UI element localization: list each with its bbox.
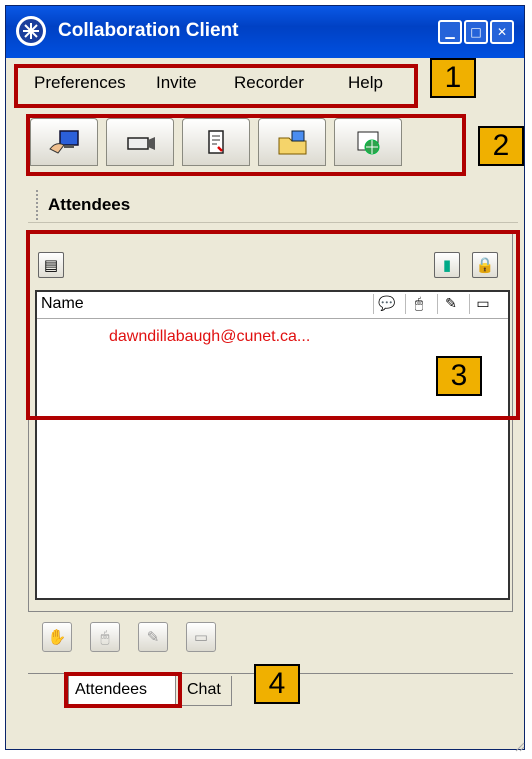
video-button[interactable]: ▭: [186, 622, 216, 652]
callout-highlight-tab: [64, 672, 182, 708]
maximize-button[interactable]: □: [464, 20, 488, 44]
tab-chat[interactable]: Chat: [180, 676, 232, 706]
title-bar[interactable]: Collaboration Client ▁ □ ✕: [6, 6, 524, 58]
window-title: Collaboration Client: [58, 20, 239, 41]
minimize-button[interactable]: ▁: [438, 20, 462, 44]
app-logo-icon: [16, 16, 46, 46]
video-icon: ▭: [193, 628, 209, 646]
callout-highlight-menu: [14, 64, 418, 108]
callout-badge-2: 2: [478, 126, 524, 166]
callout-badge-1: 1: [430, 58, 476, 98]
pencil-icon: ✎: [146, 628, 160, 646]
section-grip[interactable]: [36, 190, 41, 220]
close-button[interactable]: ✕: [490, 20, 514, 44]
hand-icon: ✋: [47, 628, 67, 646]
callout-badge-3: 3: [436, 356, 482, 396]
callout-highlight-toolbar: [26, 114, 466, 176]
divider: [28, 222, 518, 223]
annotate-button[interactable]: ✎: [138, 622, 168, 652]
mouse-control-button[interactable]: 🖱: [90, 622, 120, 652]
section-title: Attendees: [48, 195, 131, 214]
mouse-icon: 🖱: [100, 628, 110, 646]
callout-badge-4: 4: [254, 664, 300, 704]
resize-grip-icon[interactable]: [514, 741, 526, 753]
raise-hand-button[interactable]: ✋: [42, 622, 72, 652]
